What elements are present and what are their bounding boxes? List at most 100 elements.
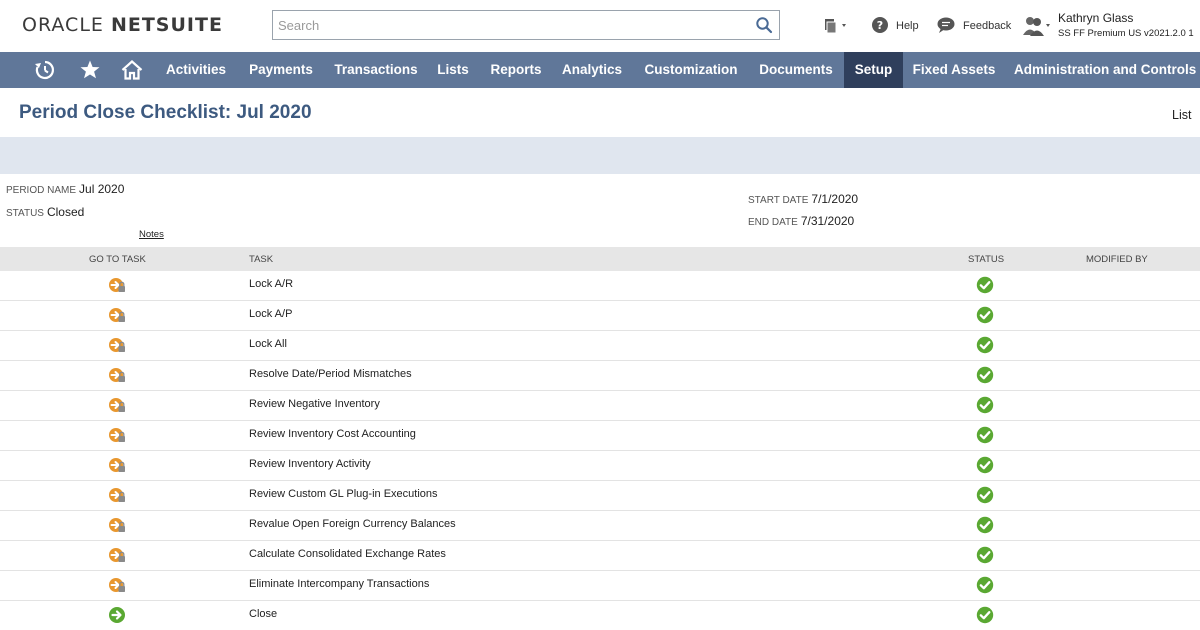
check-circle-icon	[976, 336, 994, 354]
nav-fixed-assets[interactable]: Fixed Assets	[908, 52, 1000, 88]
locked-task-icon[interactable]	[108, 486, 126, 504]
table-row: Resolve Date/Period Mismatches	[0, 361, 1200, 391]
logo-oracle-text: ORACLE	[22, 14, 104, 36]
column-header-task[interactable]: TASK	[249, 254, 273, 265]
nav-analytics[interactable]: Analytics	[556, 52, 628, 88]
task-link[interactable]: Lock A/P	[249, 308, 292, 320]
nav-documents[interactable]: Documents	[753, 52, 839, 88]
check-circle-icon	[976, 516, 994, 534]
check-circle-icon	[976, 276, 994, 294]
notes-link[interactable]: Notes	[139, 229, 164, 240]
status-field: STATUS Closed	[6, 205, 84, 219]
oracle-netsuite-logo[interactable]: ORACLE NETSUITE	[22, 14, 223, 36]
locked-task-icon[interactable]	[108, 516, 126, 534]
nav-setup[interactable]: Setup	[844, 52, 903, 88]
status-label: STATUS	[6, 208, 44, 219]
user-role[interactable]: SS FF Premium US v2021.2.0 1	[1058, 28, 1194, 39]
check-circle-icon	[976, 306, 994, 324]
check-circle-icon	[976, 456, 994, 474]
start-date-field: START DATE 7/1/2020	[748, 192, 858, 206]
main-navigation-bar: Activities Payments Transactions Lists R…	[0, 52, 1200, 88]
task-link[interactable]: Review Inventory Cost Accounting	[249, 428, 416, 440]
locked-task-icon[interactable]	[108, 576, 126, 594]
nav-transactions[interactable]: Transactions	[328, 52, 424, 88]
recent-records-dropdown-icon[interactable]	[823, 16, 849, 36]
go-arrow-icon[interactable]	[108, 606, 126, 624]
table-row: Eliminate Intercompany Transactions	[0, 571, 1200, 601]
check-circle-icon	[976, 366, 994, 384]
table-row: Calculate Consolidated Exchange Rates	[0, 541, 1200, 571]
check-circle-icon	[976, 576, 994, 594]
nav-payments[interactable]: Payments	[242, 52, 320, 88]
page-title: Period Close Checklist: Jul 2020	[19, 102, 312, 123]
locked-task-icon[interactable]	[108, 426, 126, 444]
recent-records-icon[interactable]	[34, 59, 56, 81]
home-icon[interactable]	[121, 59, 143, 81]
table-row: Revalue Open Foreign Currency Balances	[0, 511, 1200, 541]
locked-task-icon[interactable]	[108, 456, 126, 474]
table-row: Review Custom GL Plug-in Executions	[0, 481, 1200, 511]
locked-task-icon[interactable]	[108, 546, 126, 564]
table-row: Review Inventory Activity	[0, 451, 1200, 481]
column-header-status[interactable]: STATUS	[968, 254, 1004, 265]
task-link[interactable]: Revalue Open Foreign Currency Balances	[249, 518, 456, 530]
period-name-value: Jul 2020	[79, 182, 125, 196]
checklist-table-header: GO TO TASK TASK STATUS MODIFIED BY	[0, 247, 1200, 271]
task-link[interactable]: Close	[249, 608, 277, 620]
locked-task-icon[interactable]	[108, 366, 126, 384]
task-link[interactable]: Review Negative Inventory	[249, 398, 380, 410]
nav-reports[interactable]: Reports	[483, 52, 549, 88]
nav-administration-and-controls[interactable]: Administration and Controls	[1008, 52, 1200, 88]
feedback-link[interactable]: Feedback	[963, 20, 1011, 32]
table-row: Review Inventory Cost Accounting	[0, 421, 1200, 451]
status-value: Closed	[46, 205, 85, 219]
end-date-field: END DATE 7/31/2020	[748, 214, 854, 228]
search-icon[interactable]	[755, 16, 773, 34]
check-circle-icon	[976, 396, 994, 414]
user-roles-dropdown-icon[interactable]	[1022, 15, 1052, 37]
feedback-icon[interactable]	[936, 16, 956, 34]
table-row: Lock A/R	[0, 271, 1200, 301]
locked-task-icon[interactable]	[108, 276, 126, 294]
task-link[interactable]: Lock A/R	[249, 278, 293, 290]
table-row: Lock A/P	[0, 301, 1200, 331]
task-link[interactable]: Calculate Consolidated Exchange Rates	[249, 548, 446, 560]
period-name-label: PERIOD NAME	[6, 185, 77, 196]
end-date-value: 7/31/2020	[800, 214, 855, 228]
nav-customization[interactable]: Customization	[637, 52, 745, 88]
list-link[interactable]: List	[1172, 108, 1191, 122]
top-header: ORACLE NETSUITE ? Help Feedback Kathryn …	[0, 0, 1200, 52]
user-name[interactable]: Kathryn Glass	[1058, 11, 1133, 25]
column-header-modified-by[interactable]: MODIFIED BY	[1086, 254, 1148, 265]
end-date-label: END DATE	[748, 217, 798, 228]
help-link[interactable]: Help	[896, 20, 919, 32]
task-link[interactable]: Eliminate Intercompany Transactions	[249, 578, 429, 590]
column-header-go-to-task[interactable]: GO TO TASK	[89, 254, 146, 265]
nav-activities[interactable]: Activities	[158, 52, 234, 88]
search-input[interactable]	[273, 11, 743, 39]
global-search-box	[272, 10, 780, 40]
svg-text:?: ?	[877, 19, 883, 32]
help-icon[interactable]: ?	[871, 16, 889, 34]
nav-lists[interactable]: Lists	[432, 52, 474, 88]
check-circle-icon	[976, 426, 994, 444]
locked-task-icon[interactable]	[108, 306, 126, 324]
check-circle-icon	[976, 486, 994, 504]
locked-task-icon[interactable]	[108, 396, 126, 414]
button-band	[0, 137, 1200, 174]
period-name-field: PERIOD NAME Jul 2020	[6, 182, 124, 196]
task-link[interactable]: Review Custom GL Plug-in Executions	[249, 488, 438, 500]
logo-netsuite-text: NETSUITE	[110, 14, 223, 36]
start-date-label: START DATE	[748, 195, 809, 206]
table-row: Review Negative Inventory	[0, 391, 1200, 421]
task-link[interactable]: Lock All	[249, 338, 287, 350]
check-circle-icon	[976, 606, 994, 624]
start-date-value: 7/1/2020	[811, 192, 859, 206]
table-row: Close	[0, 601, 1200, 630]
star-icon[interactable]	[79, 59, 101, 81]
task-link[interactable]: Resolve Date/Period Mismatches	[249, 368, 412, 380]
check-circle-icon	[976, 546, 994, 564]
locked-task-icon[interactable]	[108, 336, 126, 354]
task-link[interactable]: Review Inventory Activity	[249, 458, 371, 470]
table-row: Lock All	[0, 331, 1200, 361]
